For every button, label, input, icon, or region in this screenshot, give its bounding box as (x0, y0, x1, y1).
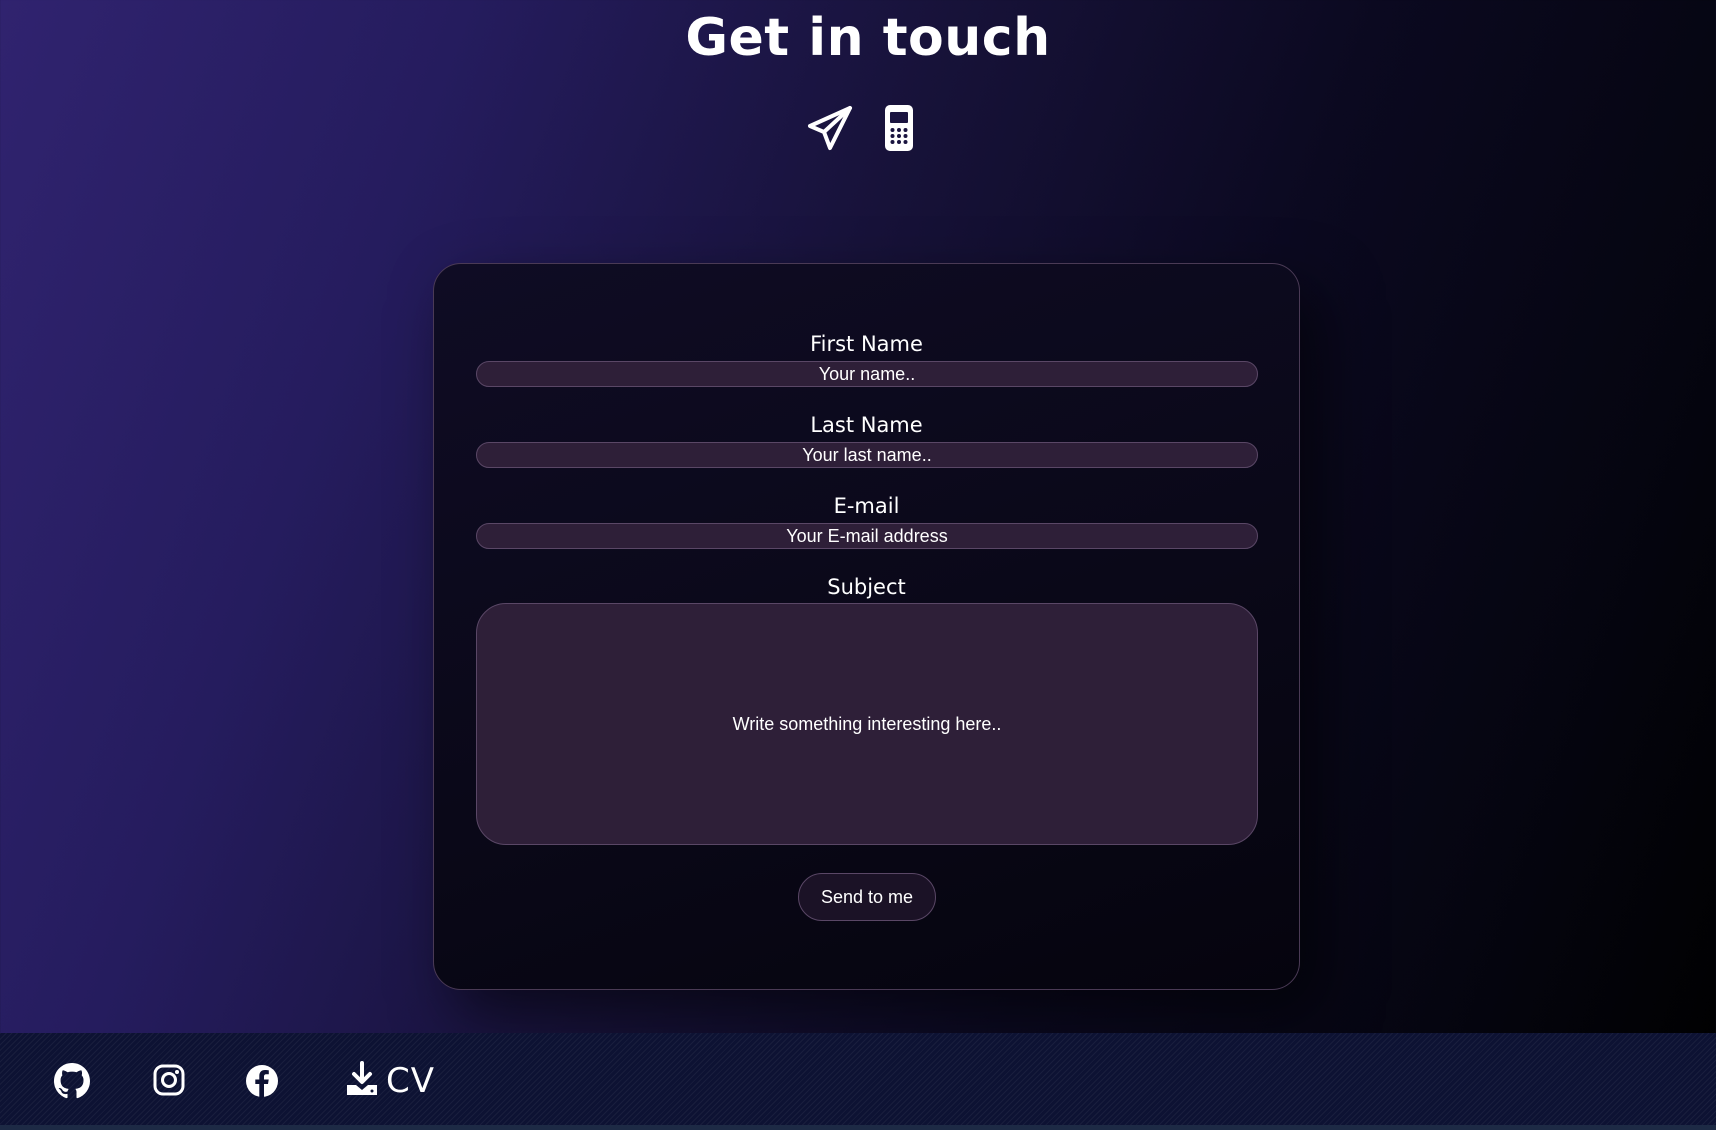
last-name-label: Last Name (810, 413, 923, 437)
facebook-icon[interactable] (244, 1063, 280, 1103)
email-label: E-mail (833, 494, 900, 518)
contact-icons (806, 104, 914, 152)
paper-plane-icon[interactable] (806, 104, 854, 152)
subject-textarea[interactable]: Write something interesting here.. (476, 603, 1258, 845)
first-name-label: First Name (810, 332, 923, 356)
github-icon[interactable] (54, 1063, 90, 1103)
subject-label: Subject (827, 575, 906, 599)
email-input[interactable]: Your E-mail address (476, 523, 1258, 549)
instagram-icon[interactable] (152, 1063, 186, 1101)
footer: CV (0, 1033, 1716, 1130)
last-name-input[interactable]: Your last name.. (476, 442, 1258, 468)
cv-label: CV (386, 1061, 435, 1101)
first-name-input[interactable]: Your name.. (476, 361, 1258, 387)
download-icon (344, 1061, 380, 1101)
cv-download-link[interactable]: CV (344, 1061, 435, 1101)
page-title: Get in touch (685, 8, 1051, 68)
send-button[interactable]: Send to me (798, 873, 936, 921)
contact-form: First Name Your name.. Last Name Your la… (433, 263, 1300, 990)
mobile-phone-icon[interactable] (884, 104, 914, 152)
